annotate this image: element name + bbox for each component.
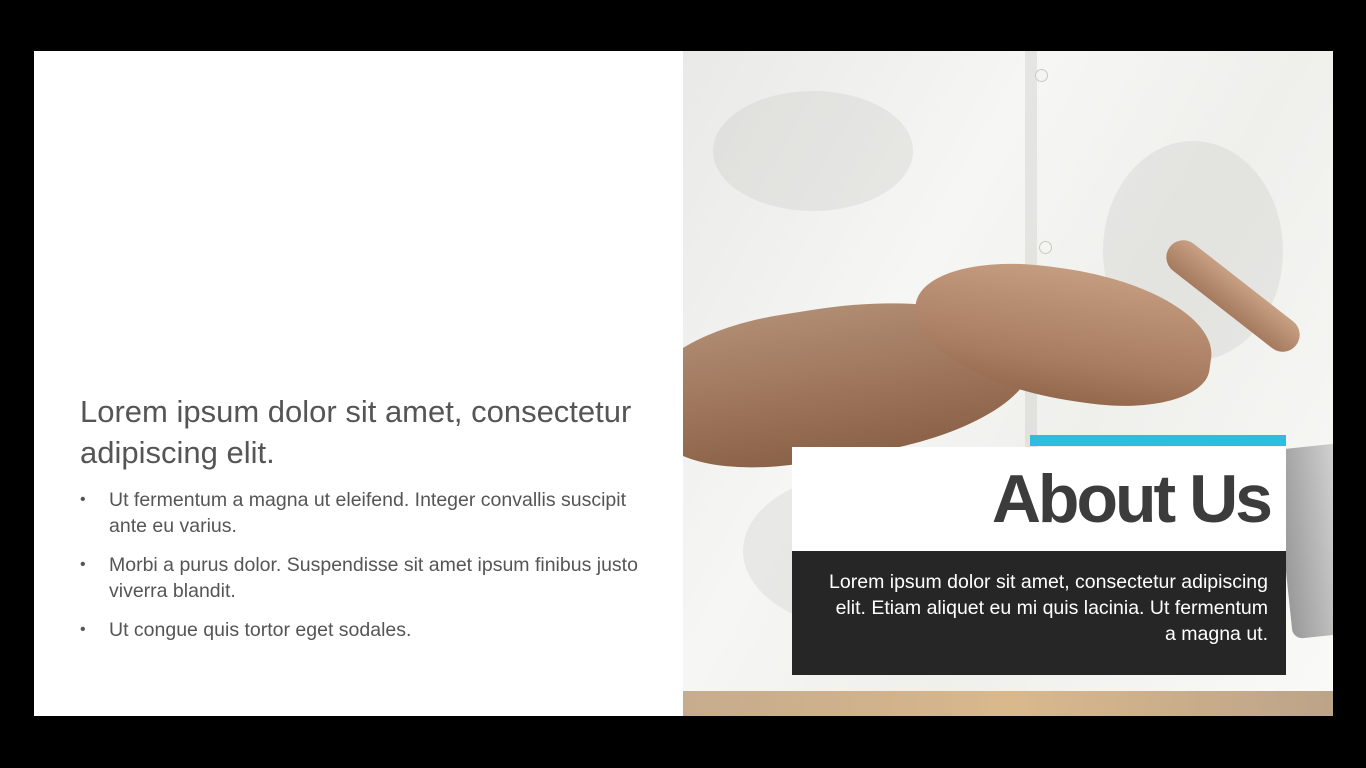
list-item: • Ut congue quis tortor eget sodales. [80,617,660,643]
left-text-pane: Lorem ipsum dolor sit amet, consectetur … [34,51,683,716]
accent-bar [1030,435,1286,446]
list-item: • Morbi a purus dolor. Suspendisse sit am… [80,552,660,604]
bullet-list: • Ut fermentum a magna ut eleifend. Integ… [80,487,660,656]
bullet-icon: • [80,556,86,573]
bullet-icon: • [80,491,86,508]
shirt-button [1035,69,1048,82]
slide: Lorem ipsum dolor sit amet, consectetur … [34,51,1333,716]
bullet-icon: • [80,621,86,638]
slide-title: About Us [991,461,1273,537]
list-item: • Ut fermentum a magna ut eleifend. Integ… [80,487,660,539]
bullet-text: Ut fermentum a magna ut eleifend. Intege… [109,489,627,537]
shirt-button [1039,241,1052,254]
slide-heading: Lorem ipsum dolor sit amet, consectetur … [80,394,632,470]
title-box: About Us [792,447,1286,551]
belt-shape [683,691,1333,716]
bullet-text: Morbi a purus dolor. Suspendisse sit ame… [109,554,638,602]
shirt-fold-shape [713,91,913,211]
bullet-text: Ut congue quis tortor eget sodales. [109,619,412,641]
description-box: Lorem ipsum dolor sit amet, consectetur … [792,551,1286,675]
slide-description: Lorem ipsum dolor sit amet, consectetur … [829,571,1268,645]
shirt-placket [1025,51,1037,471]
